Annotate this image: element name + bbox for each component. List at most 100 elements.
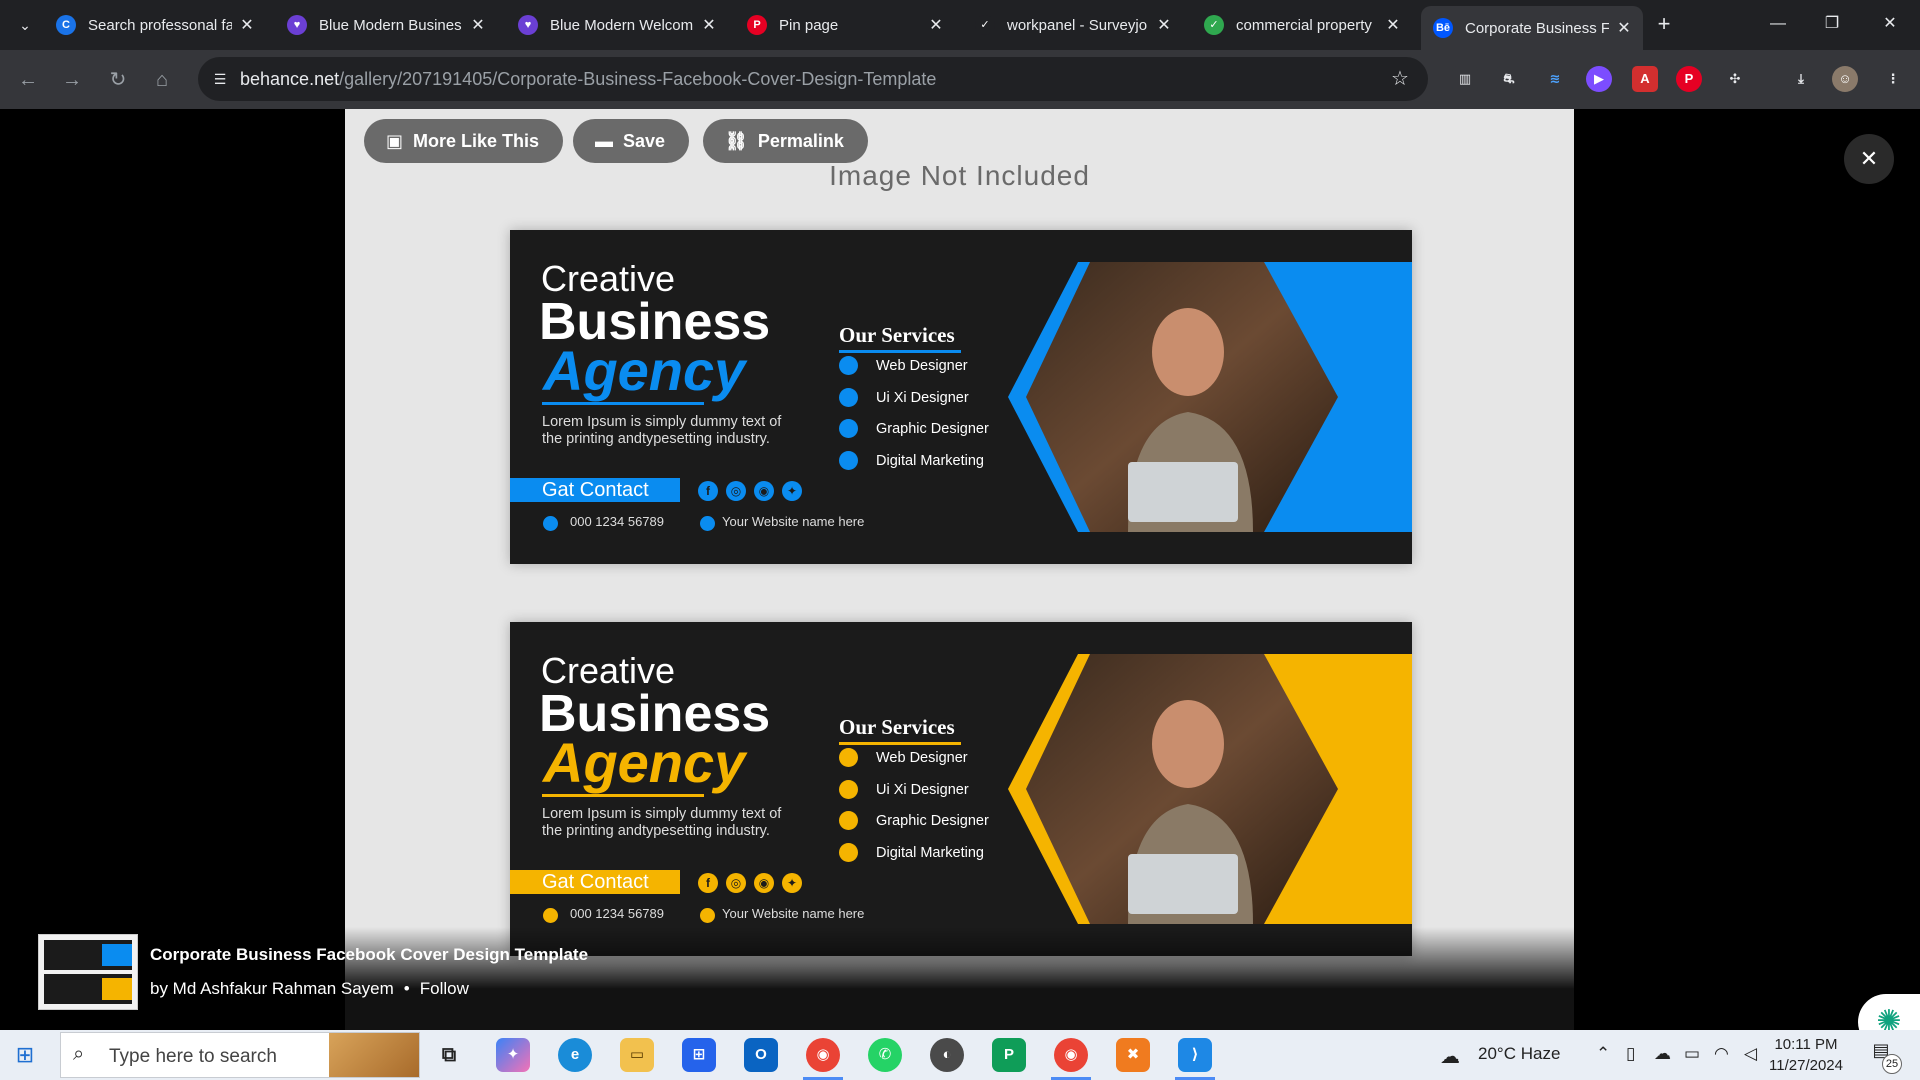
whatsapp-icon[interactable]: ✆ — [868, 1038, 902, 1072]
service-item: Digital Marketing — [839, 843, 984, 862]
browser-tab[interactable]: ✓ commercial property ✕ — [1192, 6, 1412, 44]
microsoft-store-icon[interactable]: ⊞ — [682, 1038, 716, 1072]
wifi-icon[interactable]: ◠ — [1714, 1044, 1729, 1064]
vscode-icon[interactable]: ⟩ — [1178, 1038, 1212, 1072]
onedrive-icon[interactable]: ☁ — [1654, 1044, 1671, 1064]
weather-icon[interactable]: ☁ — [1440, 1044, 1460, 1069]
browser-tab[interactable]: ✓ workpanel - Surveyjo ✕ — [963, 6, 1183, 44]
follow-link[interactable]: Follow — [420, 979, 469, 998]
service-label: Web Designer — [876, 749, 968, 766]
service-item: Ui Xi Designer — [839, 780, 969, 799]
thumbnail-accent — [102, 944, 132, 966]
service-label: Ui Xi Designer — [876, 781, 969, 798]
more-like-this-button[interactable]: ▣ More Like This — [364, 119, 564, 163]
twitter-icon: ✦ — [782, 873, 802, 893]
site-info-icon[interactable]: ☰ — [208, 67, 232, 91]
task-view-icon[interactable]: ⧉ — [432, 1038, 466, 1072]
profile-avatar[interactable]: ☺ — [1832, 66, 1858, 92]
pdf-extension-icon[interactable]: A — [1632, 66, 1658, 92]
taskbar-search-box[interactable]: ⌕ Type here to search — [60, 1032, 420, 1078]
tab-close-icon[interactable]: ✕ — [238, 15, 256, 35]
owner-name-link[interactable]: by Md Ashfakur Rahman Sayem — [150, 979, 394, 998]
ext-wave-icon[interactable]: ≋ — [1542, 66, 1568, 92]
more-like-this-label: More Like This — [413, 130, 540, 151]
tab-close-icon[interactable]: ✕ — [1384, 15, 1402, 35]
tray-device-icon[interactable]: ▯ — [1626, 1044, 1635, 1064]
windows-start-icon[interactable]: ⊞ — [10, 1040, 40, 1070]
forward-arrow-icon[interactable]: → — [56, 64, 88, 96]
browser-menu-icon[interactable]: ⋮ — [1880, 66, 1906, 92]
close-lightbox-icon[interactable]: ✕ — [1844, 134, 1894, 184]
media-app-icon[interactable]: ◐ — [930, 1038, 964, 1072]
file-explorer-icon[interactable]: ▭ — [620, 1038, 654, 1072]
phone-icon — [543, 516, 558, 531]
edge-browser-icon[interactable]: e — [558, 1038, 592, 1072]
back-arrow-icon[interactable]: ← — [12, 64, 44, 96]
laptop — [1128, 462, 1238, 522]
save-button[interactable]: ▬ Save — [573, 119, 690, 163]
restore-icon[interactable]: ❐ — [1812, 8, 1852, 40]
tab-label: Blue Modern Busines — [319, 16, 462, 34]
project-title[interactable]: Corporate Business Facebook Cover Design… — [150, 945, 588, 965]
chatgpt-assistant-icon[interactable]: ✺ — [1858, 994, 1920, 1030]
download-icon[interactable]: ⤓ — [1788, 66, 1814, 92]
service-label: Web Designer — [876, 357, 968, 374]
reading-list-icon[interactable]: ▥ — [1452, 66, 1478, 92]
windows-taskbar: ⊞ ⌕ Type here to search ⧉ ✦ e ▭ ⊞ O ◉ ✆ … — [0, 1030, 1920, 1080]
p-app-icon[interactable]: P — [992, 1038, 1026, 1072]
copilot-icon[interactable]: ✦ — [496, 1038, 530, 1072]
reload-icon[interactable]: ↻ — [102, 64, 134, 96]
taskbar-clock[interactable]: 10:11 PM 11/27/2024 — [1766, 1034, 1846, 1076]
chrome-profile-icon[interactable]: ◉ — [1054, 1038, 1088, 1072]
tab-search-chevron-icon[interactable]: ⌄ — [10, 10, 40, 40]
notification-count-badge: 25 — [1882, 1054, 1902, 1074]
save-label: Save — [623, 130, 666, 151]
translate-extension-icon[interactable]: ⛐ — [1496, 66, 1522, 92]
person-face — [1152, 308, 1224, 396]
battery-icon[interactable]: ▭ — [1684, 1044, 1700, 1064]
link-icon: ⛓ — [725, 130, 748, 151]
tab-favicon-icon: ✓ — [975, 15, 995, 35]
tab-close-icon[interactable]: ✕ — [927, 15, 945, 35]
services-underline — [839, 350, 961, 353]
browser-tab[interactable]: Bē Corporate Business F ✕ — [1421, 6, 1643, 50]
behance-lightbox: ▣ More Like This ▬ Save ⛓ Permalink Image N… — [0, 109, 1920, 1030]
tab-close-icon[interactable]: ✕ — [1615, 18, 1633, 38]
volume-muted-icon[interactable]: ◁ — [1744, 1044, 1757, 1064]
address-bar[interactable]: ☰ behance.net/gallery/207191405/Corporat… — [198, 57, 1428, 101]
outlook-icon[interactable]: O — [744, 1038, 778, 1072]
browser-tab[interactable]: P Pin page ✕ — [735, 6, 955, 44]
tab-favicon-icon: ♥ — [287, 15, 307, 35]
xampp-icon[interactable]: ✖ — [1116, 1038, 1150, 1072]
tray-overflow-chevron-icon[interactable]: ⌃ — [1596, 1044, 1610, 1064]
ext-play-icon[interactable]: ▶ — [1586, 66, 1612, 92]
service-label: Ui Xi Designer — [876, 389, 969, 406]
thumbnail-card-blue — [44, 940, 132, 970]
extensions-puzzle-icon[interactable]: ✣ — [1722, 66, 1748, 92]
home-icon[interactable]: ⌂ — [146, 64, 178, 96]
browser-tab[interactable]: ♥ Blue Modern Welcom ✕ — [506, 6, 728, 44]
laptop — [1128, 854, 1238, 914]
tab-close-icon[interactable]: ✕ — [469, 15, 487, 35]
tab-close-icon[interactable]: ✕ — [1155, 15, 1173, 35]
tab-close-icon[interactable]: ✕ — [700, 15, 718, 35]
cover-design-card: Creative Business Agency Lorem Ipsum is sim… — [510, 622, 1412, 956]
browser-tab[interactable]: C Search professonal fa ✕ — [44, 6, 266, 44]
chrome-icon[interactable]: ◉ — [806, 1038, 840, 1072]
browser-tab[interactable]: ♥ Blue Modern Busines ✕ — [275, 6, 497, 44]
new-tab-button[interactable]: + — [1650, 10, 1678, 38]
notifications-icon[interactable]: ▤ 25 — [1866, 1040, 1902, 1074]
whatsapp-icon: ◎ — [726, 873, 746, 893]
minimize-icon[interactable]: — — [1758, 8, 1798, 40]
project-thumbnail[interactable] — [38, 934, 138, 1010]
pinterest-extension-icon[interactable]: P — [1676, 66, 1702, 92]
service-label: Digital Marketing — [876, 452, 984, 469]
permalink-button[interactable]: ⛓ Permalink — [703, 119, 868, 163]
bullet-dot — [839, 388, 858, 407]
bookmark-star-icon[interactable]: ☆ — [1386, 65, 1414, 93]
weather-text[interactable]: 20°C Haze — [1478, 1044, 1560, 1064]
website-text: Your Website name here — [722, 906, 865, 921]
close-window-icon[interactable]: ✕ — [1870, 8, 1910, 40]
url-text[interactable]: behance.net/gallery/207191405/Corporate-… — [240, 69, 936, 90]
service-item: Graphic Designer — [839, 811, 989, 830]
